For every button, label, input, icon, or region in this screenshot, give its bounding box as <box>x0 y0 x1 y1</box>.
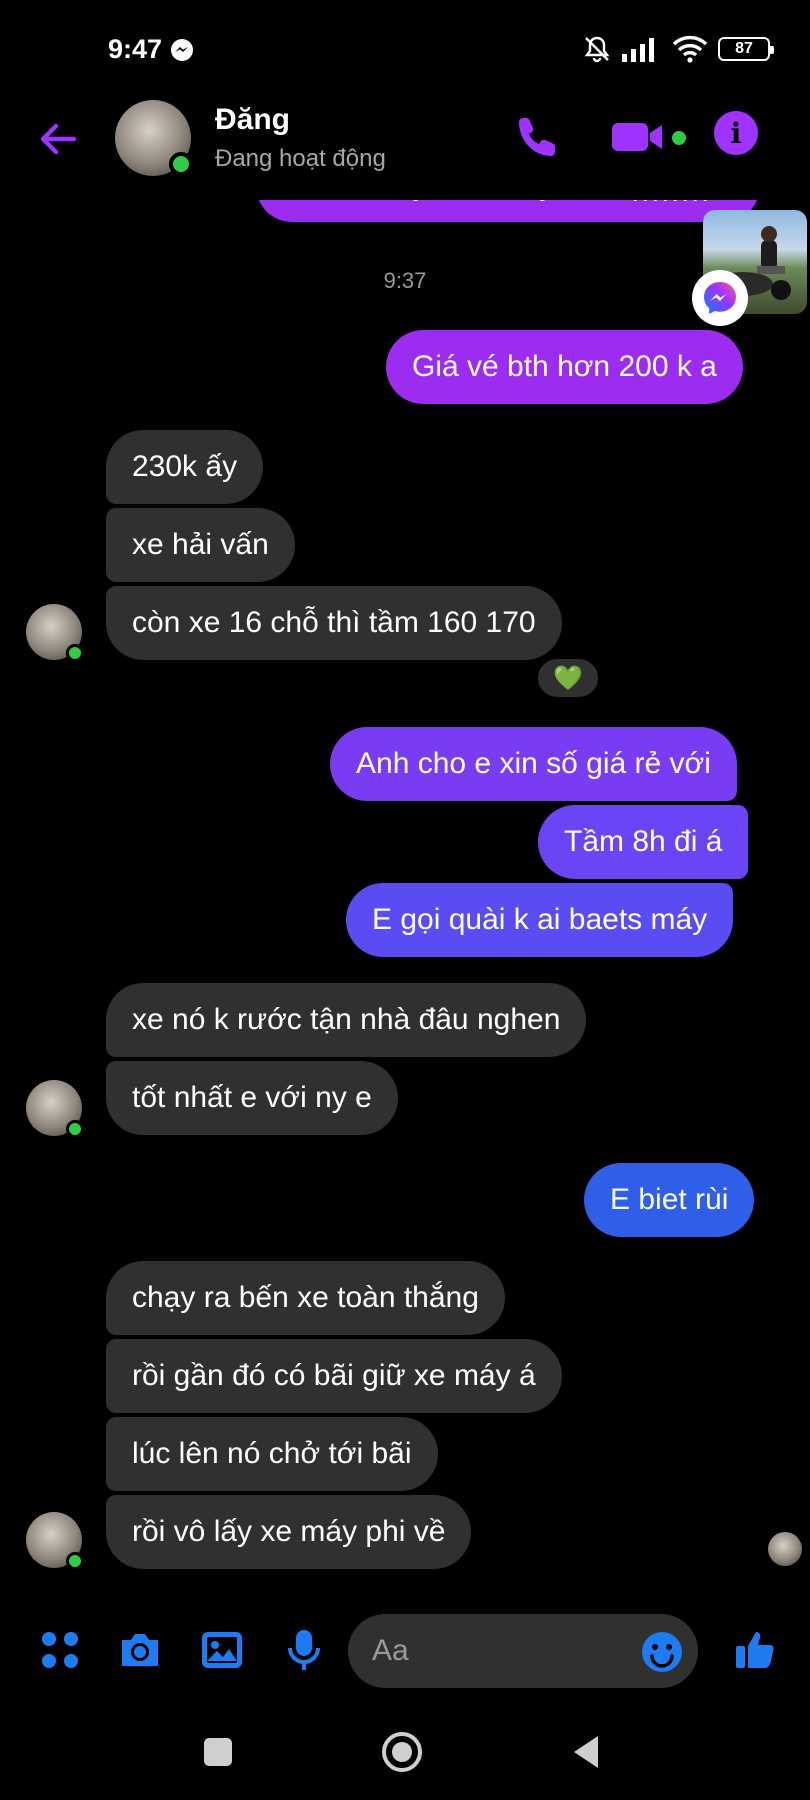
sender-avatar[interactable] <box>26 1080 84 1138</box>
cell-signal-icon <box>622 38 654 62</box>
video-active-dot <box>672 131 686 145</box>
video-call-icon[interactable] <box>610 117 666 157</box>
status-icons: 87 <box>582 34 774 64</box>
message-bubble-incoming[interactable]: còn xe 16 chỗ thì tầm 160 170 <box>106 586 562 660</box>
home-icon[interactable] <box>380 1730 424 1774</box>
message-bubble-incoming[interactable]: xe hải vấn <box>106 508 295 582</box>
online-indicator <box>66 1120 84 1138</box>
system-navigation-bar <box>0 1700 810 1800</box>
messenger-notification-icon <box>171 39 193 61</box>
thumbs-up-icon[interactable] <box>732 1626 780 1674</box>
message-bubble-incoming[interactable]: rồi vô lấy xe máy phi về <box>106 1495 472 1569</box>
battery-icon: 87 <box>718 37 774 61</box>
message-bubble-incoming[interactable]: chạy ra bến xe toàn thắng <box>106 1261 505 1335</box>
message-timestamp: 9:37 <box>383 268 427 293</box>
message-bubble-outgoing[interactable]: Anh cho e xin số giá rẻ với <box>330 727 737 801</box>
sender-avatar[interactable] <box>26 1512 84 1570</box>
back-icon[interactable] <box>566 1730 610 1774</box>
status-time: 9:47 <box>108 34 163 64</box>
message-bubble-outgoing[interactable]: Giá vé bth hơn 200 k a <box>386 330 743 404</box>
contact-name[interactable]: Đăng <box>215 103 290 137</box>
camera-icon[interactable] <box>116 1626 164 1674</box>
message-bubble-incoming[interactable]: xe nó k rước tận nhà đâu nghen <box>106 983 587 1057</box>
back-arrow-icon[interactable] <box>36 117 80 161</box>
sender-avatar[interactable] <box>26 604 84 662</box>
online-indicator <box>66 1552 84 1570</box>
message-bubble-incoming[interactable]: 230k ấy <box>106 430 264 504</box>
online-indicator <box>66 644 84 662</box>
battery-level: 87 <box>735 40 753 57</box>
mute-bell-icon <box>584 36 610 63</box>
online-indicator <box>169 152 193 176</box>
message-bubble-outgoing[interactable]: E biet rùi <box>584 1163 755 1237</box>
message-bubble-incoming[interactable]: lúc lên nó chở tới bãi <box>106 1417 438 1491</box>
message-bubble-incoming[interactable]: tốt nhất e với ny e <box>106 1061 398 1135</box>
recent-apps-icon[interactable] <box>196 1730 240 1774</box>
seen-receipt-avatar <box>768 1532 802 1566</box>
message-bubble-outgoing[interactable]: E gọi quài k ai baets máy <box>346 883 734 957</box>
message-thread[interactable]: Thật mày khi có ny nhi ^ )))))))) 9:37 G… <box>0 0 810 1600</box>
microphone-icon[interactable] <box>280 1626 328 1674</box>
message-composer <box>0 1600 810 1700</box>
phone-call-icon[interactable] <box>514 113 562 161</box>
more-apps-icon[interactable] <box>36 1626 84 1674</box>
info-icon[interactable]: i <box>714 111 758 155</box>
contact-active-status: Đang hoạt động <box>215 145 386 172</box>
message-bubble-outgoing[interactable]: Tầm 8h đi á <box>538 805 749 879</box>
heart-reaction[interactable]: 💚 <box>535 656 601 700</box>
contact-avatar[interactable] <box>115 100 193 176</box>
emoji-icon[interactable] <box>640 1630 684 1674</box>
message-bubble-incoming[interactable]: rồi gần đó có bãi giữ xe máy á <box>106 1339 562 1413</box>
wifi-icon <box>672 35 708 63</box>
gallery-icon[interactable] <box>198 1626 246 1674</box>
conversation-header: Đăng Đang hoạt động i <box>0 95 810 200</box>
status-bar: 9:47 87 <box>0 0 810 100</box>
